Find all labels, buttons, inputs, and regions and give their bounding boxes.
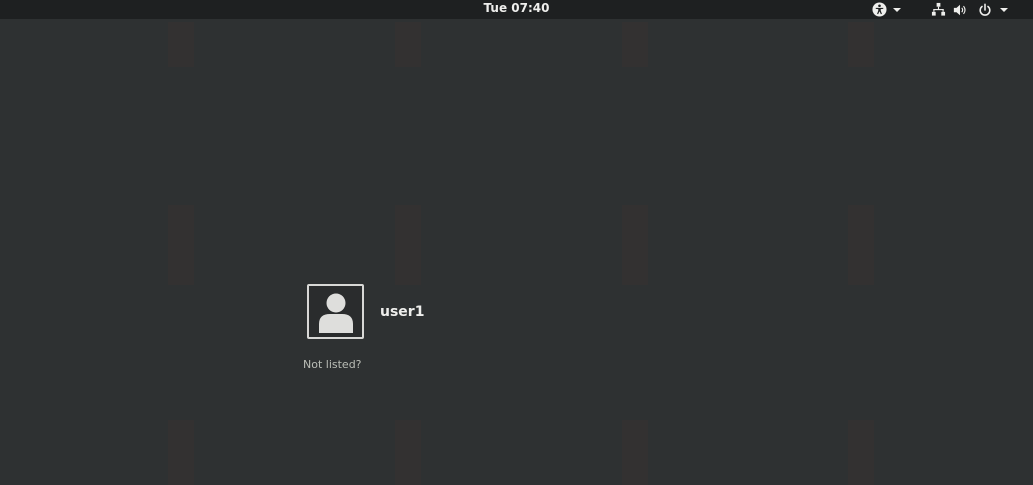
avatar <box>307 284 364 339</box>
default-user-avatar-icon <box>318 293 353 333</box>
background-pattern <box>848 420 874 485</box>
background-pattern <box>848 205 874 285</box>
user-list-item[interactable]: user1 <box>307 284 424 339</box>
power-icon <box>979 3 991 16</box>
not-listed-link[interactable]: Not listed? <box>303 358 362 371</box>
network-wired-icon <box>931 2 946 16</box>
system-status-menu[interactable] <box>931 1 1008 18</box>
accessibility-menu[interactable] <box>872 1 901 18</box>
background-pattern <box>622 420 648 485</box>
background-pattern <box>168 205 194 285</box>
background-pattern <box>395 420 421 485</box>
accessibility-icon <box>872 2 887 17</box>
background-pattern <box>395 205 421 285</box>
background-pattern <box>168 22 194 67</box>
chevron-down-icon <box>893 7 901 12</box>
user-name-label: user1 <box>380 303 425 320</box>
chevron-down-icon <box>1000 7 1008 12</box>
background-pattern <box>622 22 648 67</box>
background-pattern <box>622 205 648 285</box>
login-screen: Tue 07:40 user1 Not listed? <box>0 0 1033 485</box>
volume-icon <box>953 4 966 15</box>
top-bar: Tue 07:40 <box>0 0 1033 19</box>
background-pattern <box>168 420 194 485</box>
background-pattern <box>395 22 421 67</box>
background-pattern <box>848 22 874 67</box>
